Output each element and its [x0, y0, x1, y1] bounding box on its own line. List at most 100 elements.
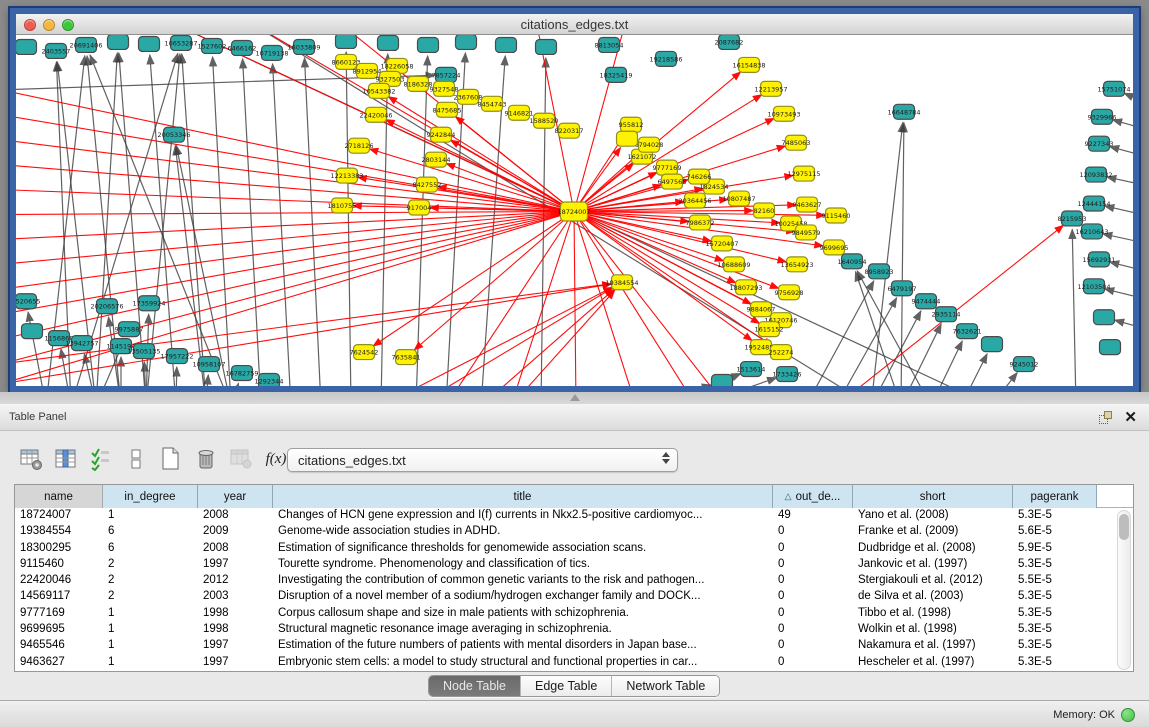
graph-node[interactable]: 252274 [769, 345, 794, 360]
table-vertical-scrollbar[interactable] [1117, 510, 1131, 670]
graph-node[interactable]: 12093832 [1079, 167, 1112, 182]
graph-node[interactable]: 8427552 [413, 177, 442, 192]
graph-node[interactable]: 16648784 [887, 104, 920, 119]
graph-node[interactable]: 955812 [619, 117, 644, 132]
graph-node[interactable]: 12213957 [754, 81, 787, 96]
show-column-icon[interactable] [53, 446, 79, 472]
graph-node[interactable]: 6794028 [635, 137, 664, 152]
graph-node[interactable]: 7624542 [350, 345, 379, 360]
graph-node[interactable]: 8220317 [555, 123, 584, 138]
graph-node[interactable] [418, 37, 439, 52]
network-canvas[interactable]: 1872400724035572069140610653287152760264… [16, 35, 1133, 386]
zoom-window-button[interactable] [62, 19, 74, 31]
graph-node[interactable]: 18325419 [599, 67, 632, 82]
graph-node[interactable]: 20206576 [90, 299, 123, 314]
table-selector-dropdown[interactable]: citations_edges.txt [287, 448, 678, 472]
graph-node[interactable]: 7857224 [432, 67, 461, 82]
column-header-name[interactable]: name [15, 485, 103, 508]
graph-node[interactable]: 7485063 [782, 135, 811, 150]
graph-node[interactable]: 2935114 [932, 307, 961, 322]
graph-node[interactable] [336, 35, 357, 48]
graph-node[interactable]: 10653287 [164, 35, 197, 50]
network-graph[interactable]: 1872400724035572069140610653287152760264… [16, 35, 1133, 386]
graph-node[interactable]: 8215953 [1058, 211, 1087, 226]
graph-node[interactable]: 1527602 [198, 38, 227, 53]
graph-node[interactable]: 9849579 [792, 225, 821, 240]
graph-node[interactable]: 6466162 [228, 40, 257, 55]
column-header-in-degree[interactable]: in_degree [103, 485, 198, 508]
graph-node[interactable]: 7986372 [686, 215, 715, 230]
graph-node[interactable]: 9245012 [1010, 357, 1039, 372]
table-row[interactable]: 1830029562008Estimation of significance … [15, 541, 1133, 557]
tab-edge-table[interactable]: Edge Table [521, 676, 612, 696]
minimize-window-button[interactable] [43, 19, 55, 31]
graph-node[interactable]: 2718126 [345, 138, 374, 153]
tab-node-table[interactable]: Node Table [429, 676, 521, 696]
function-builder-icon[interactable]: f(x) [263, 446, 289, 472]
graph-node[interactable]: 12444154 [1077, 196, 1110, 211]
graph-node[interactable] [378, 35, 399, 50]
graph-node[interactable]: 2803144 [422, 152, 451, 167]
table-row[interactable]: 946554611997Estimation of the future num… [15, 638, 1133, 654]
float-panel-icon[interactable] [1099, 411, 1112, 424]
split-pane-divider[interactable] [0, 392, 1149, 404]
graph-node[interactable]: 746266 [687, 169, 712, 184]
graph-node-hub[interactable]: 18724007 [557, 202, 590, 221]
graph-node[interactable]: 1513614 [737, 362, 766, 377]
table-mode-icon[interactable] [18, 446, 44, 472]
table-row[interactable]: 2242004622012Investigating the contribut… [15, 573, 1133, 589]
graph-node[interactable] [456, 35, 477, 49]
column-header-title[interactable]: title [273, 485, 773, 508]
graph-node[interactable] [1100, 340, 1121, 355]
graph-node[interactable]: 8475685 [433, 102, 462, 117]
graph-node[interactable] [16, 39, 37, 54]
graph-node[interactable]: 1640954 [838, 254, 867, 269]
graph-node[interactable]: 6497568 [658, 174, 687, 189]
graph-node[interactable] [22, 324, 43, 339]
scrollbar-thumb[interactable] [1119, 514, 1129, 540]
graph-node[interactable] [982, 337, 1003, 352]
graph-node[interactable]: 16033809 [287, 39, 320, 54]
graph-node[interactable]: 1292344 [255, 374, 284, 386]
graph-node[interactable]: 1733426 [773, 367, 802, 382]
column-header-out-de-[interactable]: △out_de... [773, 485, 853, 508]
table-row[interactable]: 977716911998Corpus callosum shape and si… [15, 606, 1133, 622]
graph-node[interactable]: 16210643 [1075, 224, 1108, 239]
graph-node[interactable]: 9329966 [1088, 109, 1117, 124]
graph-node[interactable]: 8958923 [865, 264, 894, 279]
memory-ok-indicator[interactable] [1121, 708, 1135, 722]
graph-node[interactable]: 2520655 [16, 294, 40, 309]
close-panel-icon[interactable]: ✕ [1124, 411, 1137, 424]
close-window-button[interactable] [24, 19, 36, 31]
graph-node[interactable]: 9975887 [115, 322, 144, 337]
graph-node[interactable]: 9227343 [1085, 136, 1114, 151]
table-row[interactable]: 1938455462009Genome-wide association stu… [15, 524, 1133, 540]
graph-node[interactable]: 2087682 [715, 35, 744, 49]
network-window[interactable]: citations_edges.txt 18724007240355720691… [10, 8, 1139, 392]
delete-table-icon[interactable] [228, 446, 254, 472]
select-columns-icon[interactable] [88, 446, 114, 472]
graph-node[interactable]: 20364456 [678, 193, 711, 208]
graph-node[interactable]: 12975115 [787, 166, 820, 181]
graph-node[interactable]: 10688609 [717, 257, 750, 272]
table-row[interactable]: 1456911722003Disruption of a novel membe… [15, 589, 1133, 605]
column-header-pagerank[interactable]: pagerank [1013, 485, 1097, 508]
graph-node[interactable]: 1588520 [530, 113, 559, 128]
graph-node[interactable] [496, 37, 517, 52]
graph-node[interactable]: 7635841 [392, 350, 421, 365]
graph-node[interactable]: 9463627 [793, 197, 822, 212]
graph-node[interactable] [139, 36, 160, 51]
graph-node[interactable] [712, 375, 733, 386]
table-row[interactable]: 946362711997Embryonic stem cells: a mode… [15, 655, 1133, 671]
graph-node[interactable]: 9474444 [912, 294, 941, 309]
new-column-icon[interactable] [158, 446, 184, 472]
graph-node[interactable] [617, 131, 638, 146]
graph-node[interactable]: 13654923 [780, 257, 813, 272]
graph-node[interactable]: 7632621 [953, 324, 982, 339]
graph-node[interactable]: 12103504 [1077, 279, 1110, 294]
graph-node[interactable]: 8454743 [478, 96, 507, 111]
graph-node[interactable]: 16154838 [732, 57, 765, 72]
divider-grip-icon[interactable] [570, 394, 580, 401]
table-row[interactable]: 911546021997Tourette syndrome. Phenomeno… [15, 557, 1133, 573]
tab-network-table[interactable]: Network Table [612, 676, 719, 696]
